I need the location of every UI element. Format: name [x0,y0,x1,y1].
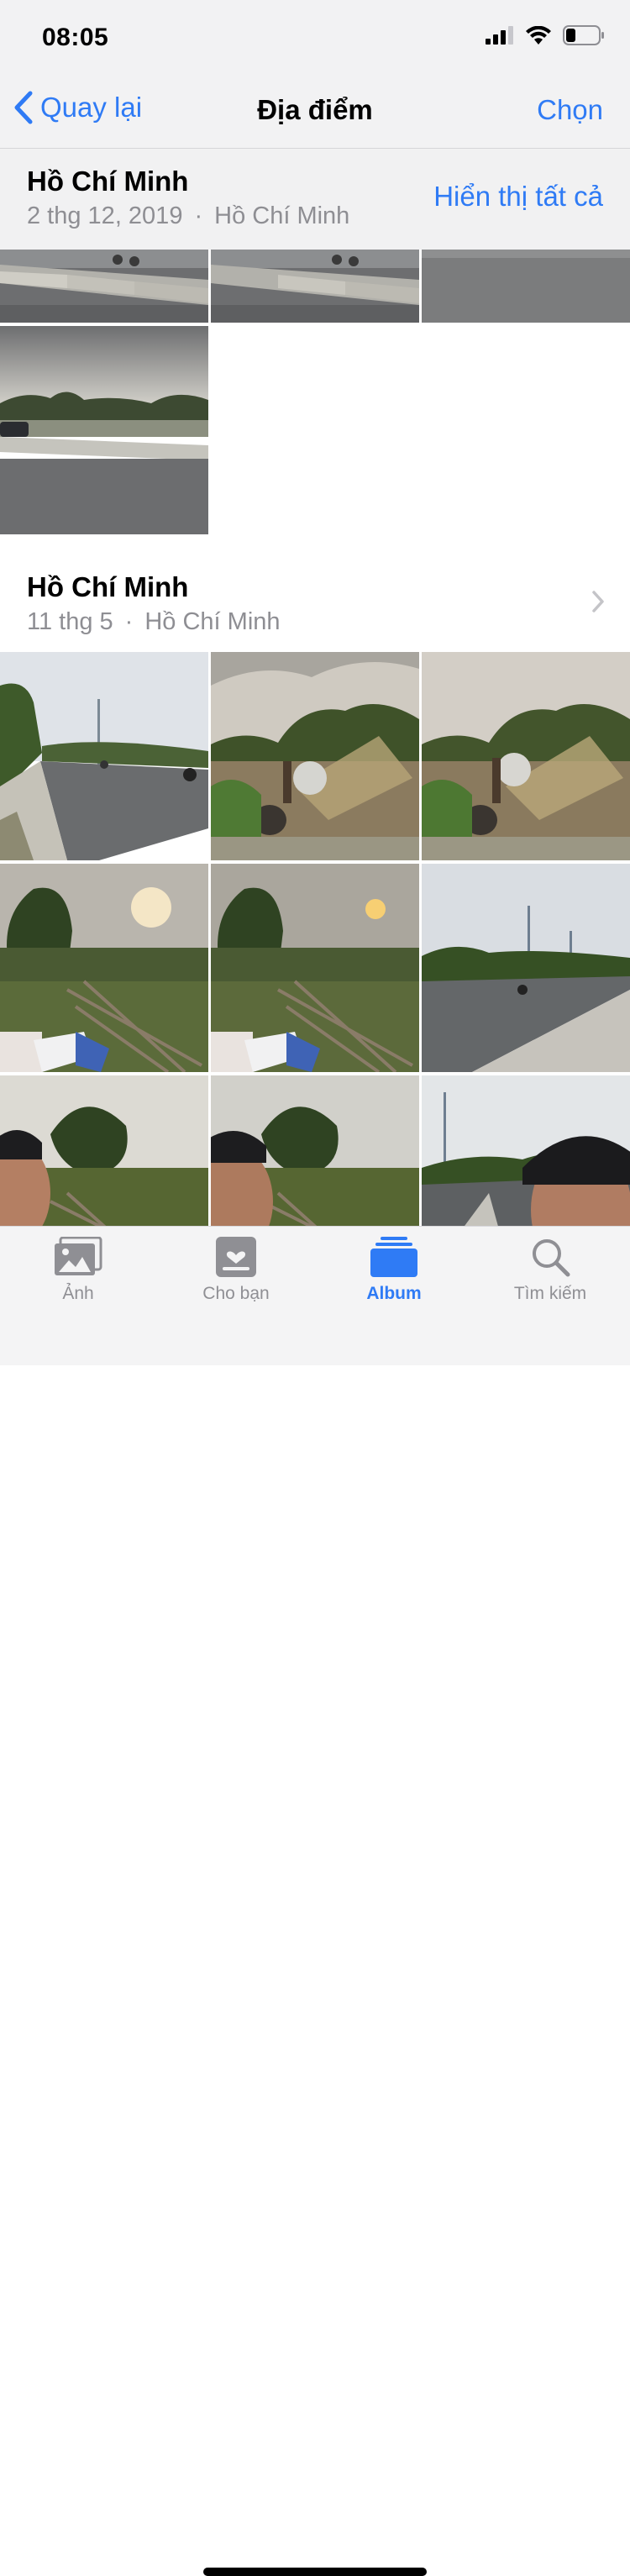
tab-bar: Ảnh Cho bạn Album Tìm kiếm [0,1226,630,2576]
for-you-icon [216,1237,256,1277]
section-header-2[interactable]: Hồ Chí Minh 11 thg 5 · Hồ Chí Minh [0,555,630,655]
navigation-bar: Quay lại Địa điểm Chọn [0,77,630,149]
home-indicator[interactable] [203,2568,427,2576]
photo-thumbnail[interactable] [422,864,630,1072]
photo-thumbnail[interactable] [211,864,419,1072]
battery-icon [563,25,604,45]
status-time: 08:05 [42,24,109,51]
separator-dot: · [124,608,134,635]
tab-label: Album [366,1284,422,1303]
cellular-signal-icon [486,26,513,45]
photo-thumbnail[interactable] [422,250,630,323]
photo-thumbnail[interactable] [211,250,419,323]
section-location: Hồ Chí Minh [214,202,350,229]
tab-search[interactable]: Tìm kiếm [487,1237,613,1304]
photo-thumbnail[interactable] [211,652,419,860]
wifi-icon [526,26,551,45]
section-title: Hồ Chí Minh [27,166,189,197]
photo-grid-section-2 [0,652,630,1284]
section-date: 11 thg 5 [27,608,113,635]
tab-album[interactable]: Album [331,1237,457,1304]
photo-thumbnail[interactable] [0,326,208,534]
tab-label: Tìm kiếm [513,1284,587,1303]
page-title: Địa điểm [257,94,373,125]
search-icon [533,1239,570,1277]
section-header-1: Hồ Chí Minh 2 thg 12, 2019 · Hồ Chí Minh H… [0,149,630,250]
photo-thumbnail[interactable] [0,652,208,860]
section-title: Hồ Chí Minh [27,571,189,602]
section-subtitle: 2 thg 12, 2019 · Hồ Chí Minh [27,202,349,230]
photo-thumbnail[interactable] [422,652,630,860]
show-all-button[interactable]: Hiển thị tất cả [433,181,603,213]
tab-for-you[interactable]: Cho bạn [173,1237,299,1304]
select-button[interactable]: Chọn [537,94,603,126]
photo-thumbnail[interactable] [0,250,208,323]
photo-grid-section-1 [0,250,630,534]
tab-label: Ảnh [62,1284,94,1303]
photo-thumbnail[interactable] [0,864,208,1072]
album-icon [370,1237,417,1277]
chevron-right-icon [592,591,604,612]
tab-label: Cho bạn [202,1284,270,1303]
photos-icon [55,1237,102,1275]
section-subtitle: 11 thg 5 · Hồ Chí Minh [27,608,281,636]
section-location: Hồ Chí Minh [144,608,281,635]
status-icons [486,25,605,45]
section-date: 2 thg 12, 2019 [27,202,183,229]
status-bar: 08:05 [0,0,630,77]
separator-dot: · [194,202,203,229]
tab-photos[interactable]: Ảnh [15,1237,141,1304]
